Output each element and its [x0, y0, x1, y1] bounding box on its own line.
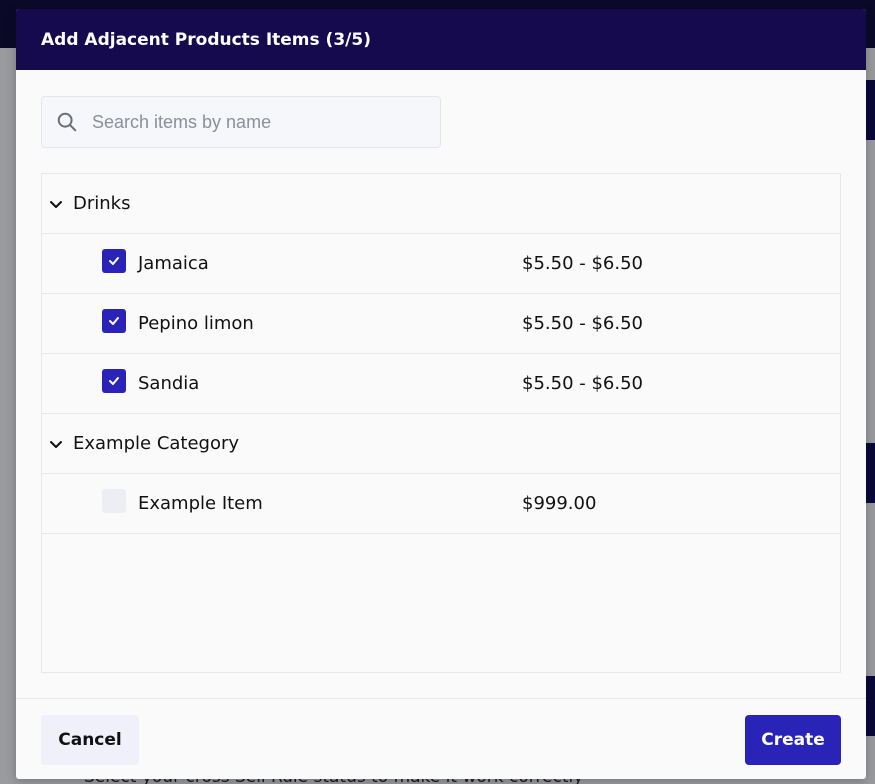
modal-header: Add Adjacent Products Items (3/5) — [16, 9, 866, 70]
add-items-modal: Add Adjacent Products Items (3/5) Drinks… — [16, 9, 866, 779]
category-row-drinks[interactable]: Drinks — [42, 174, 840, 234]
item-price: $5.50 - $6.50 — [522, 373, 643, 394]
search-input[interactable] — [92, 111, 412, 133]
modal-footer: Cancel Create — [16, 698, 866, 779]
category-row-example-category[interactable]: Example Category — [42, 414, 840, 474]
chevron-down-icon[interactable] — [48, 196, 64, 212]
item-price: $999.00 — [522, 493, 597, 514]
item-name: Pepino limon — [138, 313, 254, 334]
search-icon — [57, 112, 77, 132]
item-name: Example Item — [138, 493, 263, 514]
create-button[interactable]: Create — [745, 715, 841, 765]
item-name: Sandia — [138, 373, 200, 394]
item-row-pepino-limon[interactable]: Pepino limon $5.50 - $6.50 — [42, 294, 840, 354]
category-label: Drinks — [73, 193, 131, 214]
category-label: Example Category — [73, 433, 240, 454]
items-list: Drinks Jamaica $5.50 - $6.50 Pepino limo… — [41, 173, 841, 673]
cancel-button[interactable]: Cancel — [41, 715, 139, 765]
item-checkbox[interactable] — [102, 249, 126, 273]
item-name: Jamaica — [138, 253, 209, 274]
search-box[interactable] — [41, 96, 441, 148]
item-checkbox[interactable] — [102, 369, 126, 393]
item-price: $5.50 - $6.50 — [522, 313, 643, 334]
item-row-example-item[interactable]: Example Item $999.00 — [42, 474, 840, 534]
check-icon — [109, 257, 119, 265]
check-icon — [109, 377, 119, 385]
item-row-jamaica[interactable]: Jamaica $5.50 - $6.50 — [42, 234, 840, 294]
item-row-sandia[interactable]: Sandia $5.50 - $6.50 — [42, 354, 840, 414]
modal-title: Add Adjacent Products Items (3/5) — [41, 29, 371, 50]
item-checkbox[interactable] — [102, 489, 126, 513]
item-checkbox[interactable] — [102, 309, 126, 333]
chevron-down-icon[interactable] — [48, 436, 64, 452]
item-price: $5.50 - $6.50 — [522, 253, 643, 274]
check-icon — [109, 317, 119, 325]
